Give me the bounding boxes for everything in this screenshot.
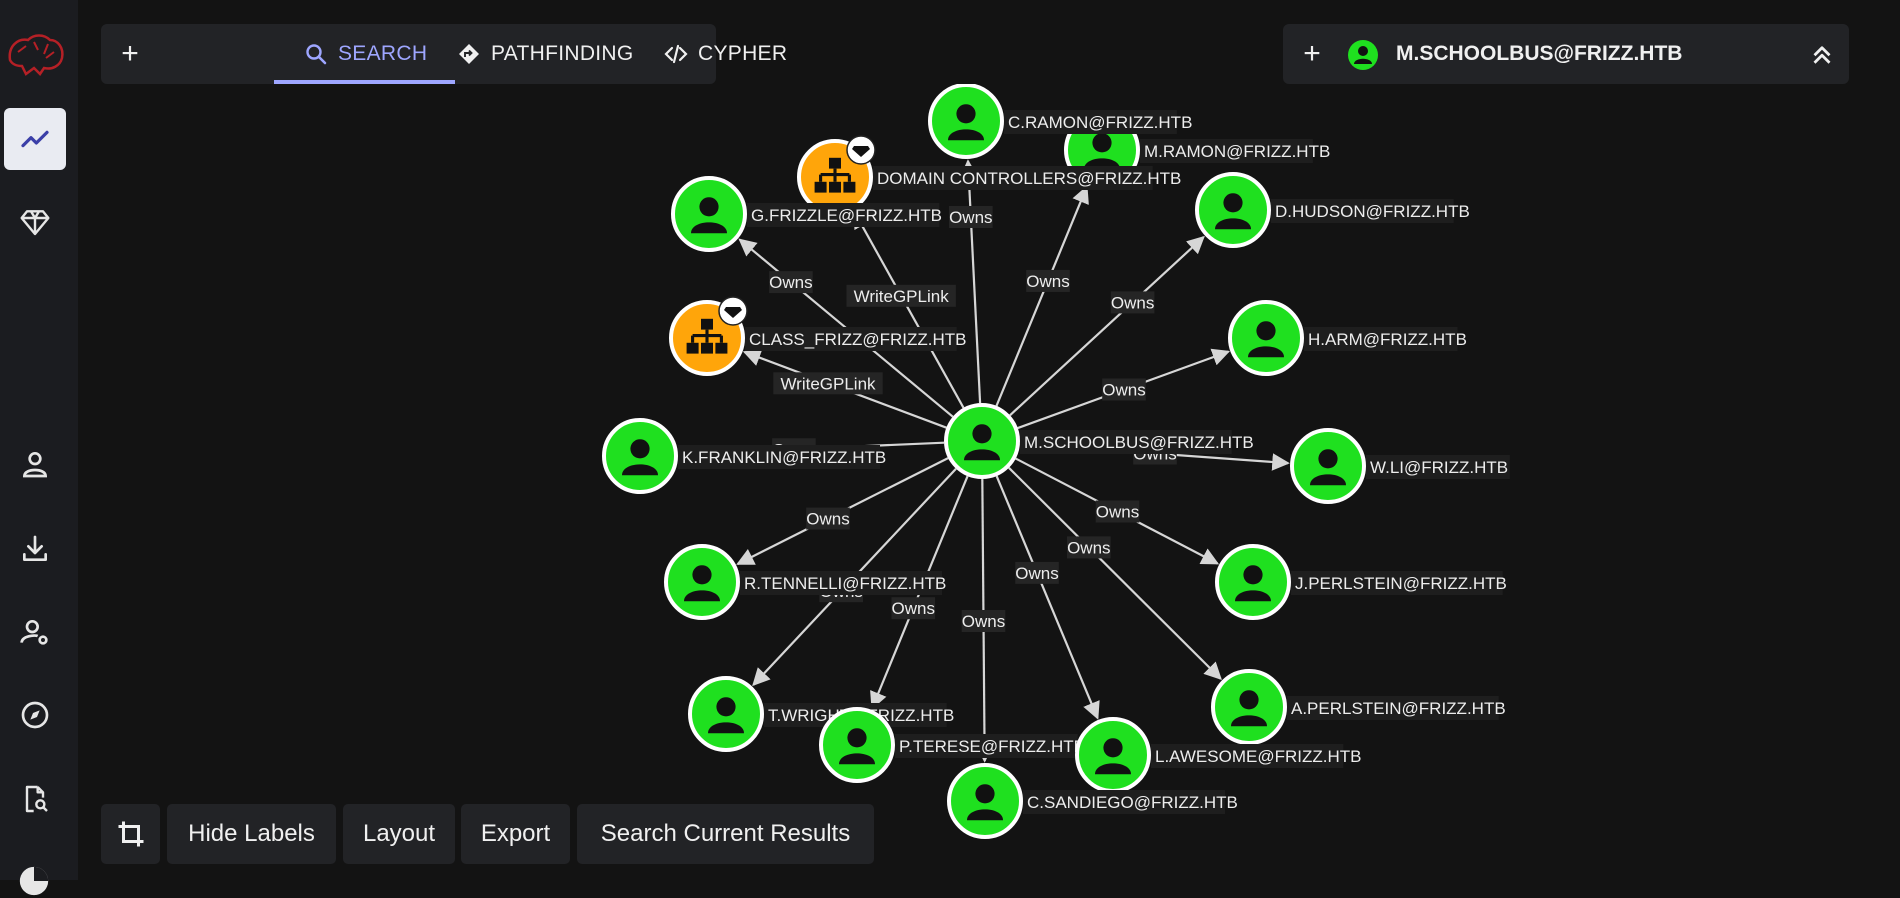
- edge-label[interactable]: Owns: [1015, 561, 1059, 584]
- edge-label-text: Owns: [1067, 538, 1110, 557]
- tab-cypher-label: CYPHER: [698, 42, 788, 65]
- search-current-results-button[interactable]: Search Current Results: [577, 804, 874, 864]
- node-label: L.AWESOME@FRIZZ.HTB: [1155, 747, 1361, 766]
- node-label: P.TERESE@FRIZZ.HTB: [899, 737, 1085, 756]
- edge-label[interactable]: Owns: [1110, 291, 1155, 314]
- nav-users-button[interactable]: [4, 433, 66, 495]
- edge-label[interactable]: Owns: [1095, 500, 1140, 523]
- node-label: J.PERLSTEIN@FRIZZ.HTB: [1295, 574, 1507, 593]
- gem-icon: [20, 210, 50, 236]
- search-icon: [306, 44, 327, 65]
- edge-label-text: Owns: [892, 599, 935, 618]
- selected-node-label[interactable]: M.SCHOOLBUS@FRIZZ.HTB: [1396, 24, 1682, 84]
- edge-label-text: Owns: [949, 208, 992, 227]
- user-cog-icon: [20, 620, 48, 645]
- edge-label-text: WriteGPLink: [854, 287, 950, 306]
- tab-pathfinding[interactable]: PATHFINDING: [457, 24, 634, 84]
- edge-label[interactable]: WriteGPLink: [846, 284, 956, 307]
- tab-cypher[interactable]: CYPHER: [664, 24, 787, 84]
- edge-label[interactable]: Owns: [961, 610, 1006, 632]
- node-label: G.FRIZZLE@FRIZZ.HTB: [751, 206, 942, 225]
- node-label: M.RAMON@FRIZZ.HTB: [1144, 142, 1330, 161]
- edge-label[interactable]: Owns: [891, 597, 936, 620]
- edge-label-text: Owns: [962, 612, 1005, 631]
- node-label: R.TENNELLI@FRIZZ.HTB: [744, 574, 946, 593]
- edge-label-text: Owns: [1096, 503, 1139, 522]
- sidebar: [0, 0, 78, 896]
- user-node[interactable]: W.LI@FRIZZ.HTB: [1290, 428, 1510, 504]
- node-label: C.RAMON@FRIZZ.HTB: [1008, 113, 1192, 132]
- node-label: CLASS_FRIZZ@FRIZZ.HTB: [749, 330, 967, 349]
- node-label: A.PERLSTEIN@FRIZZ.HTB: [1291, 699, 1506, 718]
- graph-canvas[interactable]: Owns Owns WriteGPLink Owns Owns WriteGPLink Ow…: [78, 84, 1900, 880]
- nav-explore-compass-button[interactable]: [4, 684, 66, 746]
- nav-admin-button[interactable]: [4, 601, 66, 663]
- add-query-button[interactable]: +: [101, 24, 159, 84]
- edge-label[interactable]: Owns: [1102, 378, 1146, 401]
- tab-search[interactable]: SEARCH: [304, 24, 427, 84]
- file-search-icon: [25, 785, 48, 813]
- node-label: D.HUDSON@FRIZZ.HTB: [1275, 202, 1470, 221]
- selected-node-panel: + M.SCHOOLBUS@FRIZZ.HTB: [1283, 24, 1849, 84]
- user-node[interactable]: M.SCHOOLBUS@FRIZZ.HTB: [944, 403, 1254, 479]
- user-node[interactable]: K.FRANKLIN@FRIZZ.HTB: [602, 418, 886, 494]
- add-node-button[interactable]: +: [1283, 24, 1341, 84]
- crop-icon: [118, 821, 143, 847]
- line-chart-icon: [21, 130, 49, 148]
- edge-label-text: WriteGPLink: [780, 374, 876, 393]
- edge-label-text: Owns: [1015, 564, 1058, 583]
- layout-button[interactable]: Layout: [343, 804, 455, 864]
- code-icon: [664, 44, 688, 64]
- user-node[interactable]: J.PERLSTEIN@FRIZZ.HTB: [1215, 544, 1507, 620]
- graph-edge[interactable]: [959, 159, 982, 404]
- edge-label[interactable]: Owns: [769, 271, 813, 294]
- edge-label[interactable]: WriteGPLink: [773, 372, 883, 395]
- node-label: H.ARM@FRIZZ.HTB: [1308, 330, 1467, 349]
- nav-download-button[interactable]: [4, 518, 66, 580]
- nav-file-search-button[interactable]: [4, 768, 66, 830]
- compass-icon: [21, 701, 49, 729]
- nav-explore-button[interactable]: [4, 108, 66, 170]
- chevron-double-up-icon[interactable]: [1807, 39, 1837, 69]
- node-label: DOMAIN CONTROLLERS@FRIZZ.HTB: [877, 169, 1181, 188]
- node-label: C.SANDIEGO@FRIZZ.HTB: [1027, 793, 1238, 812]
- edge-label[interactable]: Owns: [949, 206, 993, 228]
- user-icon: [22, 452, 48, 478]
- crop-button[interactable]: [101, 804, 160, 864]
- node-label: M.SCHOOLBUS@FRIZZ.HTB: [1024, 433, 1254, 452]
- query-tabs-bar: + SEARCH PATHFINDING CYPHER: [101, 24, 787, 84]
- graph-edge[interactable]: [995, 475, 1100, 720]
- bloodhound-logo: [8, 34, 64, 76]
- group-node[interactable]: CLASS_FRIZZ@FRIZZ.HTB: [669, 296, 967, 376]
- edge-label[interactable]: Owns: [1067, 536, 1111, 559]
- edge-label[interactable]: Owns: [1026, 269, 1070, 292]
- tab-search-label: SEARCH: [338, 42, 428, 65]
- user-node[interactable]: A.PERLSTEIN@FRIZZ.HTB: [1211, 669, 1506, 745]
- node-label: W.LI@FRIZZ.HTB: [1370, 458, 1508, 477]
- hide-labels-button[interactable]: Hide Labels: [167, 804, 336, 864]
- graph-edge[interactable]: [995, 185, 1089, 407]
- download-icon: [23, 535, 47, 561]
- nav-zones-button[interactable]: [4, 191, 66, 253]
- directions-icon: [459, 44, 479, 64]
- edge-label-text: Owns: [1026, 272, 1069, 291]
- export-button[interactable]: Export: [461, 804, 570, 864]
- tab-pathfinding-label: PATHFINDING: [491, 42, 634, 65]
- user-node[interactable]: D.HUDSON@FRIZZ.HTB: [1195, 172, 1470, 248]
- user-node-icon: [1348, 40, 1378, 70]
- pie-chart-icon[interactable]: [17, 864, 51, 898]
- edge-label-text: Owns: [1111, 293, 1154, 312]
- edge-label-text: Owns: [1102, 381, 1145, 400]
- edge-label-text: Owns: [769, 273, 812, 292]
- edge-label[interactable]: Owns: [806, 507, 850, 530]
- edge-label-text: Owns: [806, 510, 849, 529]
- user-node[interactable]: H.ARM@FRIZZ.HTB: [1228, 300, 1467, 376]
- node-label: K.FRANKLIN@FRIZZ.HTB: [682, 448, 886, 467]
